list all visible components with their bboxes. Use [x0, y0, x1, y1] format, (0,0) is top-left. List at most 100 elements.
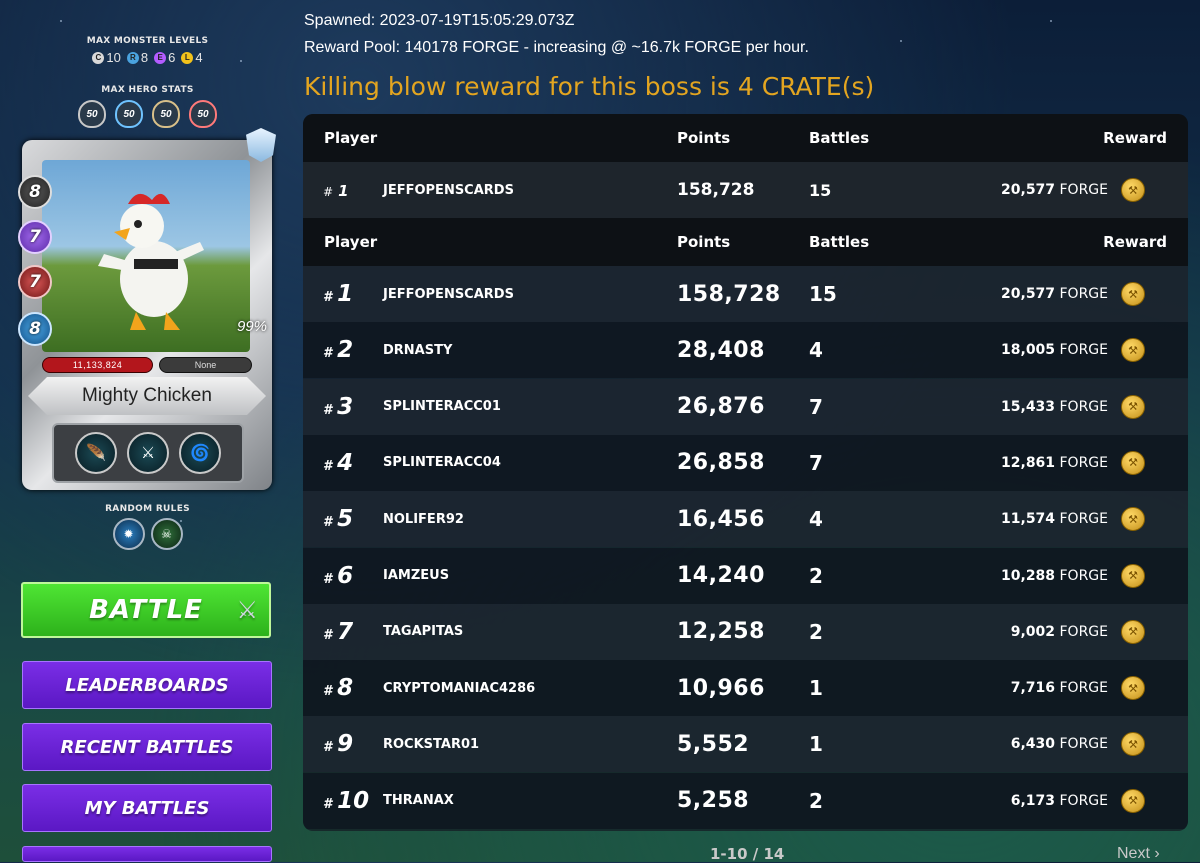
player-name[interactable]: IAMZEUS [383, 568, 449, 583]
rank: # 2 [323, 337, 354, 364]
hero-stat-health-icon: 50 [189, 100, 217, 128]
header-player: Player [324, 129, 378, 147]
boss-card[interactable]: 8 7 7 8 99% 11,133,824 None Mighty Chick… [18, 128, 276, 492]
header-reward: Reward [1103, 233, 1167, 251]
my-rank-row[interactable]: # 1 JEFFOPENSCARDS 158,728 15 20,577 FOR… [303, 162, 1188, 218]
killing-blow-text: Killing blow reward for this boss is 4 C… [304, 72, 875, 101]
card-bars: 11,133,824 None [42, 357, 252, 373]
rule-skull-icon[interactable]: ☠ [150, 518, 183, 550]
points: 5,552 [677, 731, 750, 757]
reward: 15,433 FORGE [1001, 398, 1108, 415]
forge-coin-icon: ⚒ [1121, 450, 1145, 475]
points: 158,728 [677, 180, 755, 200]
forge-coin-icon: ⚒ [1121, 563, 1145, 588]
ability-cleave-icon[interactable]: ⚔ [127, 432, 169, 474]
more-nav-button[interactable] [22, 846, 272, 862]
forge-coin-icon: ⚒ [1121, 178, 1145, 202]
rule-burst-icon[interactable]: ✹ [112, 518, 145, 550]
player-name[interactable]: SPLINTERACC04 [383, 455, 501, 470]
leaderboards-button[interactable]: LEADERBOARDS [22, 661, 272, 709]
table-header: Player Points Battles Reward [303, 114, 1188, 162]
recent-battles-button[interactable]: RECENT BATTLES [22, 723, 272, 771]
battles: 1 [809, 732, 823, 757]
table-row[interactable]: # 1 JEFFOPENSCARDS 158,728 15 20,577 FORGE ⚒ [303, 266, 1188, 322]
battles: 2 [809, 563, 823, 588]
header-battles: Battles [809, 129, 870, 147]
table-row[interactable]: # 6 IAMZEUS 14,240 2 10,288 FORGE ⚒ [303, 547, 1188, 604]
hero-stat-speed-icon: 50 [115, 100, 143, 128]
rank: # 5 [323, 506, 354, 533]
max-monster-levels-title: MAX MONSTER LEVELS [86, 36, 209, 46]
reward: 9,002 FORGE [1010, 623, 1108, 640]
header-battles: Battles [809, 233, 870, 251]
forge-coin-icon: ⚒ [1121, 619, 1145, 644]
leaderboard-table: Player Points Battles Reward # 1 JEFFOPE… [303, 114, 1188, 831]
header-points: Points [677, 129, 731, 147]
table-row[interactable]: # 5 NOLIFER92 16,456 4 11,574 FORGE ⚒ [303, 491, 1188, 548]
speed-stat: 7 [18, 265, 52, 299]
battles: 4 [809, 338, 823, 363]
left-panel: MAX MONSTER LEVELS C 10 R 8 E 6 L 4 MAX HERO ST… [0, 0, 295, 862]
rarity-r-icon: R [126, 51, 139, 64]
player-name[interactable]: JEFFOPENSCARDS [383, 287, 514, 302]
rank: # 8 [323, 675, 354, 702]
player-name[interactable]: JEFFOPENSCARDS [383, 183, 514, 198]
random-rules-row: ✹ ☠ [0, 518, 295, 550]
table-row[interactable]: # 3 SPLINTERACC01 26,876 7 15,433 FORGE ⚒ [303, 378, 1188, 435]
hero-stat-armor-icon: 50 [78, 100, 106, 128]
level-value: 8 [140, 50, 149, 65]
forge-coin-icon: ⚒ [1121, 676, 1145, 701]
hero-stats-row: 50 50 50 50 [0, 100, 295, 128]
player-name[interactable]: THRANAX [383, 793, 454, 808]
card-abilities: 🪶 ⚔ 🌀 [52, 423, 244, 483]
level-value: 6 [168, 50, 176, 65]
player-name[interactable]: ROCKSTAR01 [383, 737, 479, 752]
reward-pool-text: Reward Pool: 140178 FORGE - increasing @… [304, 39, 809, 56]
player-name[interactable]: TAGAPITAS [383, 624, 463, 639]
battles: 7 [809, 450, 823, 475]
next-page-link[interactable]: Next › [1117, 845, 1160, 863]
battle-button-label: BATTLE [89, 595, 203, 625]
health-bar: 11,133,824 [42, 357, 154, 373]
card-art [42, 160, 250, 352]
points: 28,408 [677, 337, 765, 363]
table-row[interactable]: # 7 TAGAPITAS 12,258 2 9,002 FORGE ⚒ [303, 603, 1188, 660]
battles: 1 [809, 676, 823, 701]
levels-row: C 10 R 8 E 6 L 4 [0, 50, 295, 65]
table-row[interactable]: # 8 CRYPTOMANIAC4286 10,966 1 7,716 FORGE ⚒ [303, 660, 1188, 717]
level-r: R8 [126, 50, 149, 65]
battles: 7 [809, 394, 823, 419]
battle-button[interactable]: BATTLE ⚔ [21, 582, 271, 638]
ability-thorns-icon[interactable]: 🌀 [179, 432, 221, 474]
reward: 11,574 FORGE [1001, 511, 1108, 528]
level-c: C 10 [92, 50, 121, 65]
random-rules: RANDOM RULES ✹ ☠ [0, 504, 295, 550]
rarity-e-icon: E [154, 51, 167, 64]
player-name[interactable]: NOLIFER92 [383, 512, 464, 527]
level-value: 10 [106, 50, 121, 65]
points: 14,240 [677, 563, 765, 588]
reward: 6,430 FORGE [1010, 736, 1108, 753]
forge-coin-icon: ⚒ [1121, 788, 1145, 813]
forge-coin-icon: ⚒ [1121, 732, 1145, 757]
player-name[interactable]: CRYPTOMANIAC4286 [383, 681, 535, 696]
card-name: Mighty Chicken [28, 377, 266, 415]
table-row[interactable]: # 10 THRANAX 5,258 2 6,173 FORGE ⚒ [303, 772, 1188, 829]
table-row[interactable]: # 4 SPLINTERACC04 26,858 7 12,861 FORGE ⚒ [303, 434, 1188, 491]
reward: 10,288 FORGE [1001, 567, 1108, 584]
rank: # 7 [323, 618, 354, 645]
mana-stat: 8 [18, 175, 52, 209]
points: 12,258 [677, 619, 765, 645]
table-row[interactable]: # 2 DRNASTY 28,408 4 18,005 FORGE ⚒ [303, 322, 1188, 379]
header-player: Player [324, 233, 378, 251]
rank: # 10 [323, 787, 370, 814]
pagination-range: 1-10 / 14 [710, 845, 785, 863]
battles: 15 [809, 282, 837, 306]
player-name[interactable]: SPLINTERACC01 [383, 399, 501, 414]
my-battles-button[interactable]: MY BATTLES [22, 784, 272, 832]
forge-coin-icon: ⚒ [1121, 338, 1145, 363]
spawned-text: Spawned: 2023-07-19T15:05:29.073Z [304, 12, 575, 29]
table-row[interactable]: # 9 ROCKSTAR01 5,552 1 6,430 FORGE ⚒ [303, 716, 1188, 773]
ability-claw-icon[interactable]: 🪶 [75, 432, 117, 474]
player-name[interactable]: DRNASTY [383, 343, 452, 358]
